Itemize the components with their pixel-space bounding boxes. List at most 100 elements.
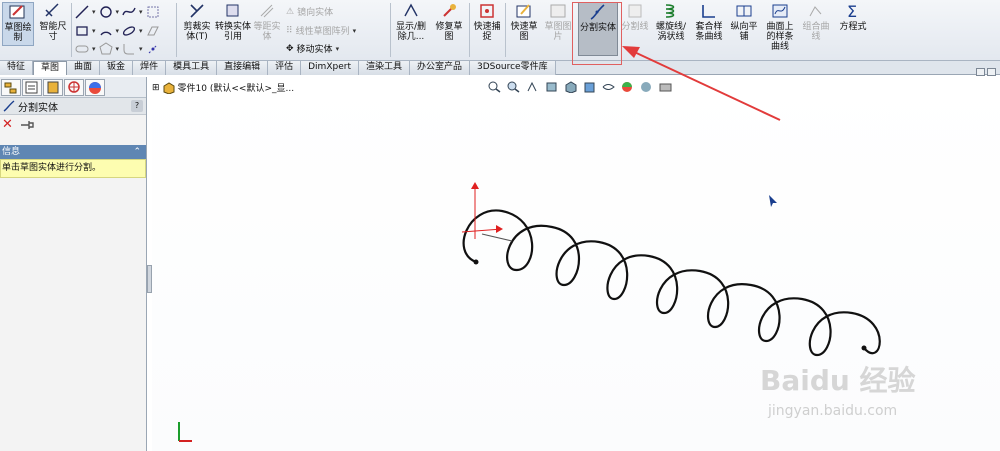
tab-features[interactable]: 特征 — [0, 61, 34, 75]
repair-icon — [443, 4, 456, 17]
ellipse-icon[interactable] — [122, 24, 136, 38]
mirror-entities-button[interactable]: ⚠ 镜向实体 — [286, 5, 333, 19]
sketch-icon — [9, 5, 25, 19]
slot-icon[interactable] — [75, 42, 89, 56]
helix-icon — [665, 4, 675, 18]
configuration-manager-tab[interactable] — [43, 79, 63, 96]
move-icon: ✥ — [286, 43, 294, 54]
graphics-area[interactable]: ⊞ 零件10 (默认<<默认>_显... Baidu 经验 jingyan.ba… — [152, 68, 1000, 451]
tab-weldments[interactable]: 焊件 — [133, 61, 167, 75]
rapid-sketch-icon — [516, 4, 531, 18]
tab-sketch[interactable]: 草图 — [33, 61, 68, 75]
offset-entities-button[interactable]: 等距实体 — [253, 2, 281, 42]
display-manager-icon — [89, 82, 101, 94]
window-controls — [976, 68, 996, 76]
arc-icon[interactable] — [99, 24, 113, 38]
dimxpert-manager-tab[interactable] — [64, 79, 84, 96]
helix-start-point[interactable] — [473, 259, 479, 265]
vertical-plane-button[interactable]: 纵向平铺 — [728, 2, 760, 42]
configuration-icon — [47, 81, 59, 94]
property-icon — [25, 81, 38, 94]
watermark-url: jingyan.baidu.com — [768, 403, 898, 419]
polygon-icon[interactable] — [98, 42, 113, 56]
tab-render-tools[interactable]: 渲染工具 — [358, 61, 410, 75]
tab-evaluate[interactable]: 评估 — [268, 61, 302, 75]
help-button[interactable]: ? — [131, 100, 143, 112]
annotation-highlight-box — [572, 2, 622, 65]
property-manager-header: 分割实体 ? — [0, 98, 146, 115]
plane-icon[interactable] — [146, 24, 160, 38]
feature-manager-tab[interactable] — [1, 79, 21, 96]
display-manager-tab[interactable] — [85, 79, 105, 96]
fit-spline-icon — [702, 5, 715, 18]
convert-entities-button[interactable]: 转换实体引用 — [215, 2, 251, 42]
equation-curve-button[interactable]: Σ 方程式 — [835, 2, 871, 32]
composite-curve-button[interactable]: 组合曲线 — [799, 2, 833, 42]
plane-grid-icon — [736, 5, 752, 17]
line-icon[interactable] — [75, 5, 89, 19]
display-delete-relations-button[interactable]: 显示/删除几... — [393, 2, 429, 42]
collapse-icon[interactable]: ⌃ — [133, 145, 141, 159]
move-entities-button[interactable]: ✥ 移动实体 ▾ — [286, 42, 339, 56]
tab-office-products[interactable]: 办公室产品 — [409, 61, 470, 75]
smart-dimension-icon — [45, 3, 59, 17]
property-manager-tab[interactable] — [22, 79, 42, 96]
trim-icon — [190, 4, 204, 18]
sigma-icon: Σ — [847, 2, 857, 20]
rectangle-icon[interactable] — [75, 24, 89, 38]
fit-spline-button[interactable]: 套合样条曲线 — [692, 2, 726, 42]
offset-icon — [260, 4, 274, 18]
mouse-cursor — [769, 195, 777, 207]
property-manager-actions: ✕ — [0, 115, 146, 134]
pushpin-icon[interactable] — [19, 119, 35, 131]
split-line-icon — [628, 4, 642, 18]
tab-sheet-metal[interactable]: 钣金 — [100, 61, 134, 75]
command-manager-ribbon: 草图绘制 智能尺寸 ▾ ▾ ▾ ▾ ▾ ▾ ▾ ▾ ▾ 剪裁实体(T) 转换实体… — [0, 0, 1000, 61]
tab-dimxpert[interactable]: DimXpert — [301, 61, 359, 75]
helix-end-point[interactable] — [861, 345, 867, 351]
trim-entities-button[interactable]: 剪裁实体(T) — [180, 2, 214, 42]
rapid-sketch-button[interactable]: 快速草图 — [508, 2, 540, 42]
draw-tools-row-1: ▾ ▾ ▾ — [75, 5, 160, 19]
point-grid-icon[interactable] — [146, 5, 160, 19]
spline-on-surface-button[interactable]: 曲面上的样条曲线 — [763, 2, 797, 52]
svg-text:Σ: Σ — [847, 2, 857, 20]
helix-curve[interactable] — [462, 209, 881, 357]
view-triad — [178, 422, 192, 442]
sketch-picture-button[interactable]: 草图图片 — [542, 2, 574, 42]
property-manager-panel: 分割实体 ? ✕ 信息 ⌃ 单击草图实体进行分割。 — [0, 77, 147, 451]
relations-icon — [404, 3, 418, 17]
spline-icon[interactable] — [122, 5, 136, 19]
info-message: 单击草图实体进行分割。 — [0, 159, 146, 178]
split-entities-icon — [3, 100, 15, 112]
fillet-icon[interactable] — [122, 42, 136, 56]
sketch-picture-icon — [550, 4, 566, 18]
dimxpert-icon — [68, 81, 80, 93]
mirror-icon: ⚠ — [286, 6, 295, 17]
sketch-button[interactable]: 草图绘制 — [2, 2, 34, 46]
circle-icon[interactable] — [99, 5, 113, 19]
linear-pattern-button[interactable]: ⠿ 线性草图阵列 ▾ — [286, 24, 356, 38]
maximize-icon[interactable] — [987, 68, 996, 76]
smart-dimension-button[interactable]: 智能尺寸 — [36, 2, 70, 42]
tab-mold-tools[interactable]: 模具工具 — [166, 61, 218, 75]
convert-icon — [226, 4, 239, 17]
feature-tree-icon — [4, 82, 17, 94]
info-section-header[interactable]: 信息 ⌃ — [0, 145, 146, 159]
quick-snaps-button[interactable]: 快速捕捉 — [472, 2, 502, 42]
draw-tools-row-2: ▾ ▾ ▾ — [75, 24, 160, 38]
manager-tabs — [0, 77, 146, 98]
helix-spiral-button[interactable]: 螺旋线/涡状线 — [652, 2, 690, 42]
centerline-icon[interactable] — [146, 42, 160, 56]
tab-3dsource[interactable]: 3DSource零件库 — [470, 61, 556, 75]
composite-curve-icon — [809, 6, 822, 17]
tab-surfaces[interactable]: 曲面 — [67, 61, 101, 75]
tab-direct-editing[interactable]: 直接编辑 — [217, 61, 269, 75]
property-manager-title: 分割实体 — [18, 102, 58, 114]
command-tabs: 特征 草图 曲面 钣金 焊件 模具工具 直接编辑 评估 DimXpert 渲染工… — [0, 61, 1000, 75]
repair-sketch-button[interactable]: 修复草图 — [432, 2, 466, 42]
quick-snaps-icon — [480, 4, 494, 18]
cancel-icon[interactable]: ✕ — [2, 117, 13, 132]
restore-icon[interactable] — [976, 68, 985, 76]
split-line-button[interactable]: 分割线 — [620, 2, 650, 32]
